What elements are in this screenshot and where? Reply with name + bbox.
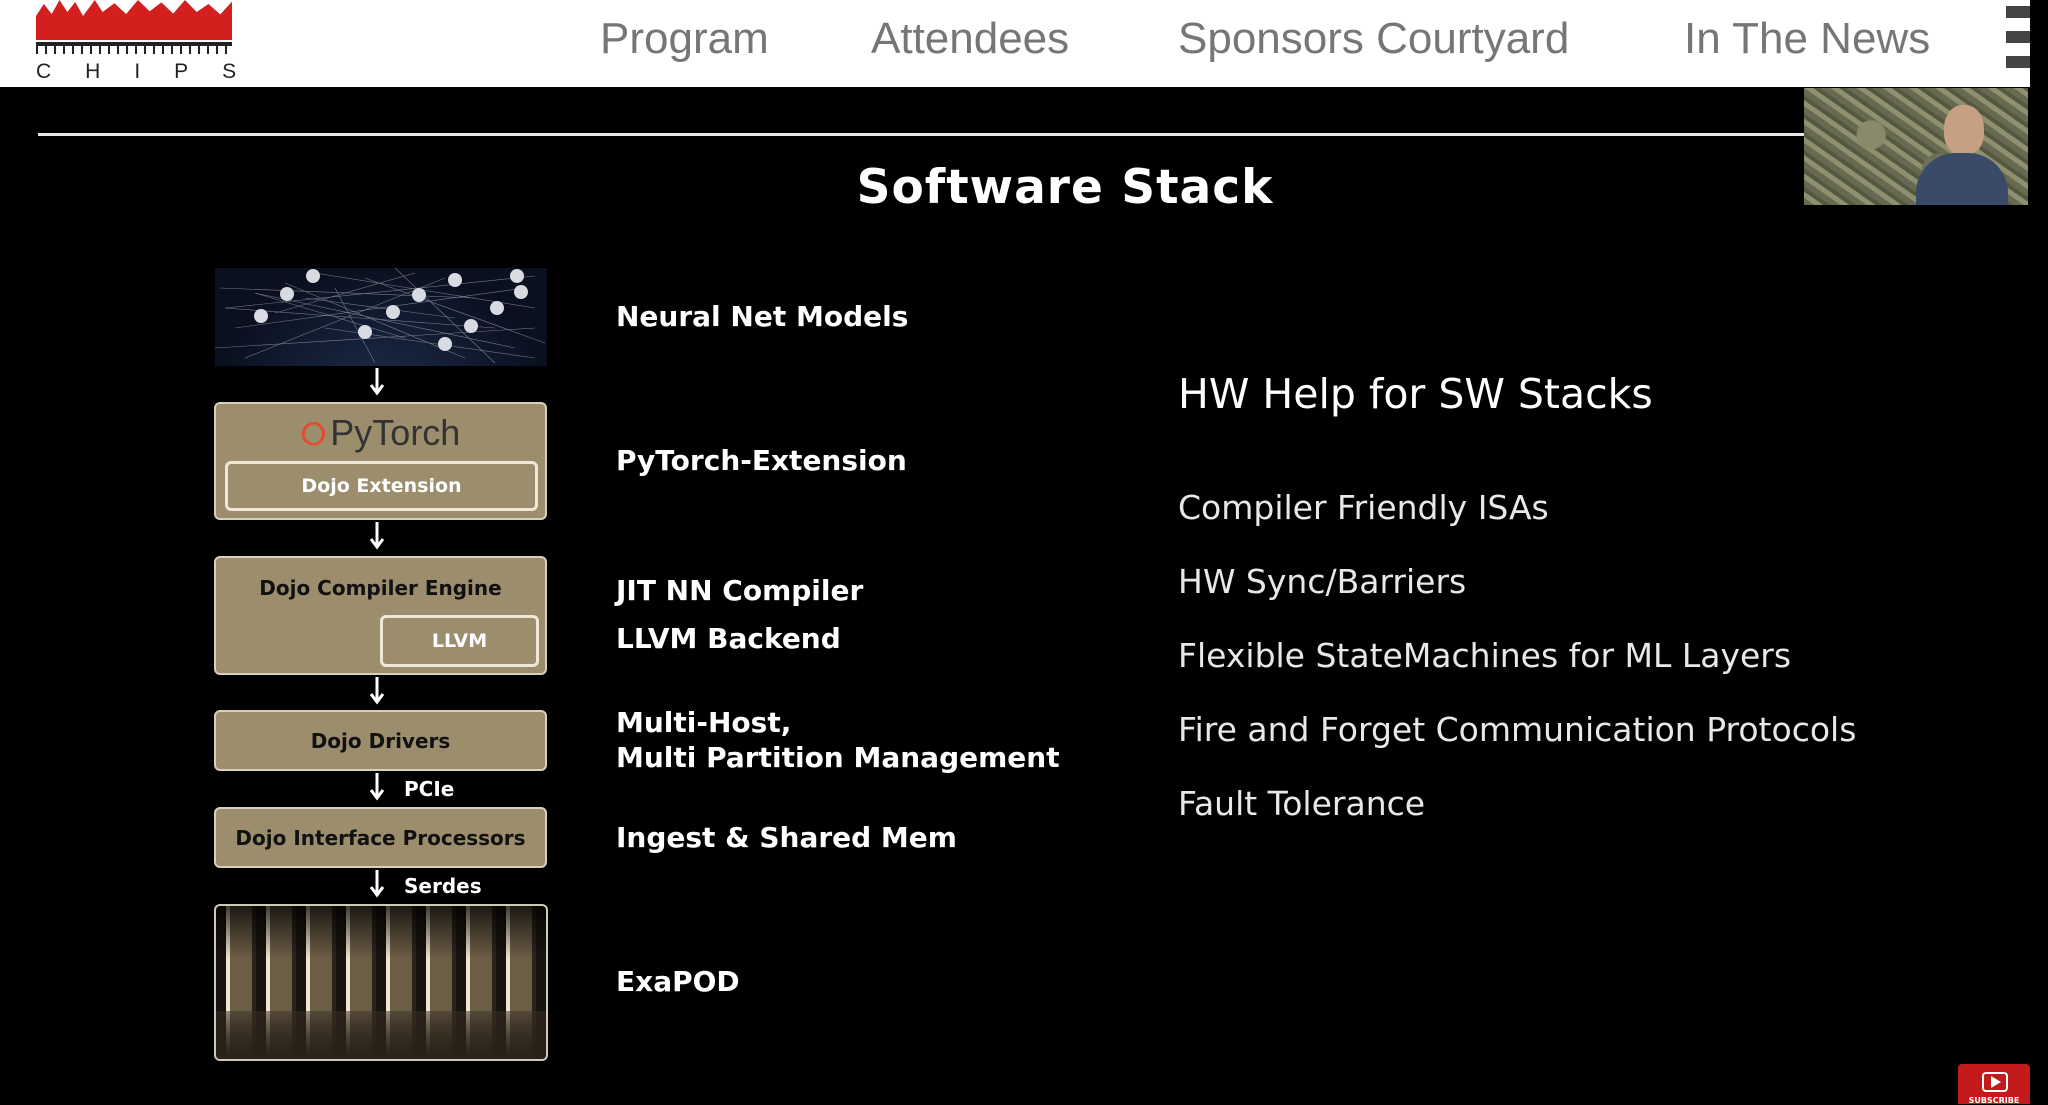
hw-help-item: Fault Tolerance	[1178, 784, 1426, 823]
neural-net-image	[215, 268, 547, 366]
label-llvm-backend: LLVM Backend	[616, 622, 841, 655]
label-pytorch-extension: PyTorch-Extension	[616, 444, 907, 477]
label-multi-partition: Multi Partition Management	[616, 741, 1060, 774]
serdes-link-label: Serdes	[404, 874, 482, 898]
label-exapod: ExaPOD	[616, 965, 740, 998]
dojo-extension-box: Dojo Extension	[225, 461, 538, 511]
label-jit-nn-compiler: JIT NN Compiler	[616, 574, 864, 607]
pytorch-flame-icon: ⭘	[300, 416, 327, 452]
hot-chips-logo[interactable]: CHIPS	[36, 0, 236, 87]
pytorch-logo: ⭘ PyTorch	[216, 412, 545, 454]
hw-help-item: Compiler Friendly ISAs	[1178, 488, 1549, 527]
hw-help-item: HW Sync/Barriers	[1178, 562, 1467, 601]
slide-title: Software Stack	[856, 160, 1274, 215]
hw-help-item: Flexible StateMachines for ML Layers	[1178, 636, 1792, 675]
exapod-image	[214, 904, 548, 1061]
pytorch-box: ⭘ PyTorch Dojo Extension	[214, 402, 547, 520]
youtube-play-icon	[1982, 1072, 2008, 1092]
label-multi-host: Multi-Host,	[616, 706, 792, 739]
nav-sponsors-courtyard[interactable]: Sponsors Courtyard	[1178, 14, 1569, 64]
arrow-down-icon	[369, 870, 385, 898]
hamburger-menu-icon[interactable]	[2006, 6, 2030, 68]
logo-chips-text: CHIPS	[36, 60, 271, 83]
arrow-down-icon	[369, 677, 385, 705]
dojo-drivers-box: Dojo Drivers	[214, 710, 547, 771]
top-nav-bar: CHIPS Program Attendees Sponsors Courtya…	[0, 0, 2030, 87]
arrow-down-icon	[369, 368, 385, 396]
dojo-drivers-label: Dojo Drivers	[310, 729, 451, 753]
logo-ticks	[36, 46, 232, 54]
logo-flame-graphic	[36, 0, 232, 40]
nav-attendees[interactable]: Attendees	[871, 14, 1069, 64]
interface-processors-box: Dojo Interface Processors	[214, 807, 547, 868]
slide-divider	[38, 133, 2023, 136]
pcie-link-label: PCIe	[404, 777, 455, 801]
compiler-engine-box: Dojo Compiler Engine LLVM	[214, 556, 547, 675]
pytorch-logo-text: PyTorch	[330, 412, 461, 453]
nav-program[interactable]: Program	[600, 14, 769, 64]
label-neural-net-models: Neural Net Models	[616, 300, 909, 333]
label-ingest-shared-mem: Ingest & Shared Mem	[616, 821, 957, 854]
hw-help-item: Fire and Forget Communication Protocols	[1178, 710, 1857, 749]
llvm-box: LLVM	[380, 615, 539, 667]
hw-help-heading: HW Help for SW Stacks	[1178, 370, 1653, 418]
youtube-subscribe-button[interactable]: SUBSCRIBE	[1958, 1064, 2030, 1105]
arrow-down-icon	[369, 773, 385, 801]
nav-in-the-news[interactable]: In The News	[1684, 14, 1930, 64]
interface-processors-label: Dojo Interface Processors	[235, 826, 526, 850]
arrow-down-icon	[369, 522, 385, 550]
compiler-engine-label: Dojo Compiler Engine	[259, 576, 502, 600]
